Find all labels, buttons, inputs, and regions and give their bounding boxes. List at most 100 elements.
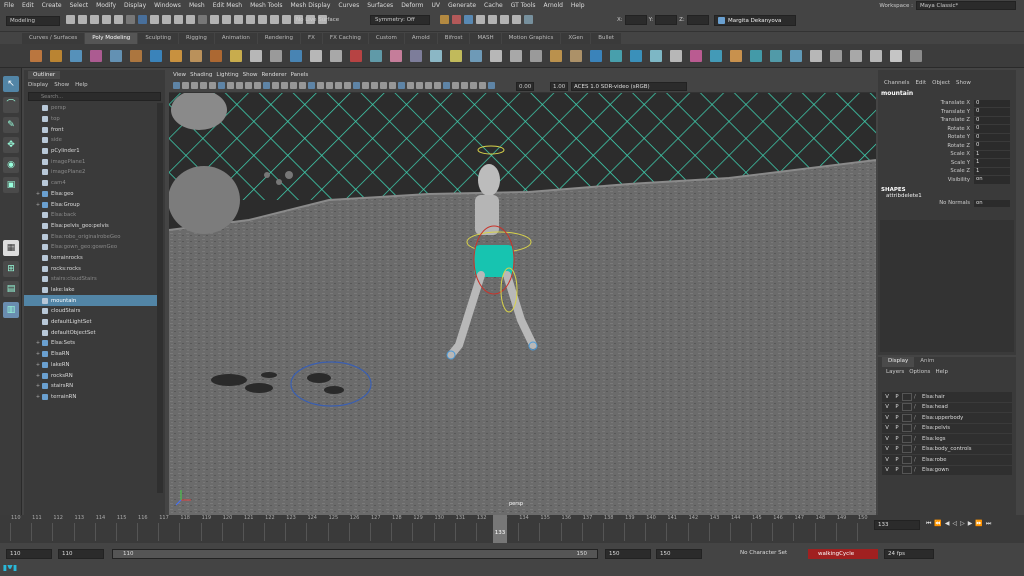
outliner-item[interactable]: front	[24, 124, 157, 135]
layer-visibility-toggle[interactable]: V	[882, 394, 892, 400]
outliner-item[interactable]: defaultLightSet	[24, 317, 157, 328]
channel-attr[interactable]: Scale Y 1	[878, 159, 1016, 168]
shelf-tool-icon[interactable]	[410, 50, 422, 62]
shelf-tool-icon[interactable]	[810, 50, 822, 62]
shelf-tab[interactable]: Arnold	[404, 33, 438, 44]
layer-row[interactable]: V P / Elsa:legs	[882, 434, 1012, 445]
expand-icon[interactable]: +	[34, 394, 42, 400]
colorspace-dropdown[interactable]: ACES 1.0 SDR-video (sRGB)	[571, 82, 687, 91]
layer-tab[interactable]: Display	[882, 357, 915, 367]
menu-cache[interactable]: Cache	[480, 2, 507, 9]
shelf-tool-icon[interactable]	[250, 50, 262, 62]
shelf-tool-icon[interactable]	[830, 50, 842, 62]
no-normals-attr[interactable]: No Normals on	[878, 199, 1016, 208]
viewport-tool-icon[interactable]	[272, 82, 279, 89]
shelf-tool-icon[interactable]	[890, 50, 902, 62]
status-tool-icon[interactable]	[66, 15, 75, 24]
channel-menu-item[interactable]: Show	[956, 80, 971, 90]
viewport-tool-icon[interactable]	[317, 82, 324, 89]
viewport-tool-icon[interactable]	[263, 82, 270, 89]
menu-curves[interactable]: Curves	[334, 2, 363, 9]
outliner-item[interactable]: defaultObjectSet	[24, 327, 157, 338]
viewport-menu-item[interactable]: View	[173, 72, 186, 78]
outliner-item[interactable]: + Elsa:Sets	[24, 338, 157, 349]
playback-button-icon[interactable]: ▶	[968, 520, 973, 528]
render-tool-icon[interactable]	[488, 15, 497, 24]
four-view-icon[interactable]: ⊞	[3, 261, 19, 277]
shelf-tool-icon[interactable]	[610, 50, 622, 62]
live-surface-label[interactable]: No Live Surface	[296, 17, 339, 23]
channel-attr[interactable]: Translate Y 0	[878, 108, 1016, 117]
exposure-input[interactable]: 0.00	[516, 82, 534, 91]
shelf-tool-icon[interactable]	[690, 50, 702, 62]
layer-row[interactable]: V P / Elsa:pelvis	[882, 424, 1012, 434]
viewport-tool-icon[interactable]	[461, 82, 468, 89]
start-time-input[interactable]: 110	[6, 549, 52, 559]
layer-visibility-toggle[interactable]: V	[882, 457, 892, 463]
playback-button-icon[interactable]: ◁	[953, 520, 958, 528]
outliner-item[interactable]: rocks:rocks	[24, 263, 157, 274]
current-frame-input[interactable]: 133	[874, 520, 920, 530]
layer-playback-toggle[interactable]: P	[892, 457, 902, 463]
character-set-dropdown[interactable]: No Character Set	[740, 550, 787, 556]
outliner-menu-item[interactable]: Show	[54, 82, 69, 88]
shelf-tool-icon[interactable]	[450, 50, 462, 62]
channel-attr-value[interactable]: 0	[974, 125, 1010, 133]
user-account-dropdown[interactable]: Margita Dekanyova	[714, 15, 796, 26]
outliner-item[interactable]: + Elsa:geo	[24, 189, 157, 200]
expand-icon[interactable]: +	[34, 373, 42, 379]
shelf-tab[interactable]: FX Caching	[322, 33, 369, 44]
status-tool-icon[interactable]	[78, 15, 87, 24]
shelf-tool-icon[interactable]	[110, 50, 122, 62]
anim-start-input[interactable]: 110	[58, 549, 104, 559]
render-tool-icon[interactable]	[512, 15, 521, 24]
shelf-tool-icon[interactable]	[570, 50, 582, 62]
layer-playback-toggle[interactable]: P	[892, 404, 902, 410]
anim-end-input[interactable]: 150	[656, 549, 702, 559]
channel-attr-value[interactable]: 0	[974, 99, 1010, 107]
outliner-menu-item[interactable]: Display	[28, 82, 48, 88]
render-tool-icon[interactable]	[476, 15, 485, 24]
shelf-tool-icon[interactable]	[910, 50, 922, 62]
status-tool-icon[interactable]	[186, 15, 195, 24]
menu-mesh[interactable]: Mesh	[185, 2, 209, 9]
layer-menu-item[interactable]: Options	[909, 369, 930, 375]
layout-icon[interactable]: ▤	[3, 281, 19, 297]
viewport-menu-item[interactable]: Panels	[291, 72, 309, 78]
select-tool-icon[interactable]: ↖	[3, 76, 19, 92]
menu-arnold[interactable]: Arnold	[540, 2, 567, 9]
channel-attr-value[interactable]: 0	[974, 142, 1010, 150]
anim-layer-dropdown[interactable]: walkingCycle	[808, 549, 878, 559]
outliner-item[interactable]: Elsa:gown_geo:gownGeo	[24, 242, 157, 253]
status-tool-icon[interactable]	[258, 15, 267, 24]
viewport-tool-icon[interactable]	[425, 82, 432, 89]
viewport-tool-icon[interactable]	[389, 82, 396, 89]
shelf-tab[interactable]: FX	[300, 33, 323, 44]
shelf-tool-icon[interactable]	[270, 50, 282, 62]
playback-button-icon[interactable]: ⏮	[926, 520, 931, 528]
shelf-tab[interactable]: Animation	[214, 33, 258, 44]
outliner-item[interactable]: top	[24, 114, 157, 125]
viewport-tool-icon[interactable]	[254, 82, 261, 89]
lasso-tool-icon[interactable]: ⌒	[3, 97, 19, 113]
shelf-tool-icon[interactable]	[50, 50, 62, 62]
viewport-tool-icon[interactable]	[299, 82, 306, 89]
menu-help[interactable]: Help	[567, 2, 589, 9]
layer-row[interactable]: V P / Elsa:head	[882, 403, 1012, 413]
outliner-search-input[interactable]: Search...	[28, 92, 161, 101]
layer-tab[interactable]: Anim	[914, 357, 940, 367]
paint-select-icon[interactable]: ✎	[3, 117, 19, 133]
viewport-tool-icon[interactable]	[362, 82, 369, 89]
menu-display[interactable]: Display	[120, 2, 150, 9]
channel-attr[interactable]: Rotate Y 0	[878, 133, 1016, 142]
mode-dropdown[interactable]: Modeling	[6, 16, 60, 26]
shelf-tool-icon[interactable]	[130, 50, 142, 62]
viewport-menu-item[interactable]: Shading	[190, 72, 212, 78]
layer-color-swatch[interactable]	[902, 403, 912, 412]
outliner-scrollbar[interactable]	[157, 103, 163, 493]
z-input[interactable]	[686, 15, 709, 25]
shelf-tool-icon[interactable]	[150, 50, 162, 62]
channel-attr-value[interactable]: 1	[974, 167, 1010, 175]
outliner-item[interactable]: mountain	[24, 295, 157, 307]
status-tool-icon[interactable]	[282, 15, 291, 24]
